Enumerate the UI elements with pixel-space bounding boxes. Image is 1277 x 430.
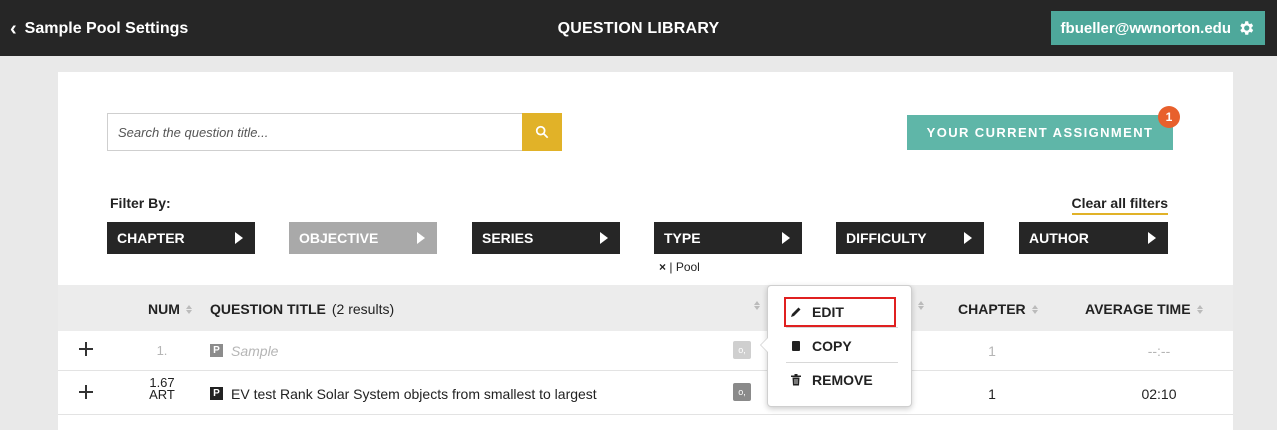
user-email: fbueller@wwnorton.edu [1060,19,1231,37]
remove-label: REMOVE [812,372,873,388]
filter-author[interactable]: AUTHOR [1019,222,1168,254]
triangle-right-icon [1148,232,1156,244]
results-count: (2 results) [331,301,395,317]
question-title[interactable]: Sample [231,343,278,359]
filter-difficulty-label: DIFFICULTY [846,230,927,246]
plus-icon[interactable] [78,341,94,357]
filter-author-label: AUTHOR [1029,230,1089,246]
column-header-title-label: QUESTION TITLE [210,301,326,317]
assignment-count-badge: 1 [1158,106,1180,128]
user-menu-button[interactable]: fbueller@wwnorton.edu [1050,11,1265,45]
active-filter-tag: × | Pool [659,260,700,274]
filter-series-label: SERIES [482,230,534,246]
triangle-right-icon [964,232,972,244]
copy-label: COPY [812,338,852,354]
question-number: 1. [156,343,168,358]
filter-tag-value: Pool [675,260,700,274]
filter-chapter-label: CHAPTER [117,230,185,246]
column-header-chapter-label: CHAPTER [958,301,1026,317]
search-box [107,113,525,151]
current-assignment-button[interactable]: YOUR CURRENT ASSIGNMENT [907,115,1173,150]
edit-label: EDIT [812,304,844,320]
sort-icon[interactable] [185,304,192,314]
question-average-time: --:-- [1147,343,1171,359]
filter-difficulty[interactable]: DIFFICULTY [836,222,984,254]
remove-menu-item[interactable]: REMOVE [786,367,894,393]
key-icon[interactable]: o, [733,341,751,359]
filter-objective: OBJECTIVE [289,222,437,254]
question-library-panel: YOUR CURRENT ASSIGNMENT 1 Filter By: Cle… [58,72,1233,430]
column-header-title-sort[interactable] [754,301,760,310]
key-icon[interactable]: o, [733,383,751,401]
remove-filter-icon[interactable]: × [659,260,666,274]
table-row: 1.67 ART P EV test Rank Solar System obj… [58,371,1233,415]
question-chapter: 1 [988,343,996,359]
filter-objective-label: OBJECTIVE [299,230,379,246]
filter-tag-separator: | [669,260,673,274]
table-header: NUM QUESTION TITLE (2 results) CHAPTER A… [58,285,1233,331]
gear-icon [1240,21,1254,35]
filter-type[interactable]: TYPE [654,222,802,254]
column-header-chapter[interactable]: CHAPTER [958,301,1038,317]
search-icon [535,125,549,139]
column-header-average-time-label: AVERAGE TIME [1085,301,1191,317]
copy-icon [792,341,800,351]
column-header-num[interactable]: NUM [148,301,192,317]
triangle-right-icon [600,232,608,244]
sort-icon[interactable] [918,301,924,310]
menu-divider [786,327,898,328]
filter-series[interactable]: SERIES [472,222,620,254]
plus-icon[interactable] [78,384,94,400]
triangle-right-icon [235,232,243,244]
column-header-num-label: NUM [148,301,180,317]
column-header-average-time[interactable]: AVERAGE TIME [1085,301,1203,317]
search-button[interactable] [522,113,562,151]
pool-type-icon: P [210,344,223,357]
copy-menu-item[interactable]: COPY [786,333,894,359]
search-input[interactable] [108,114,525,150]
sort-icon[interactable] [754,301,760,310]
triangle-right-icon [417,232,425,244]
question-number-sub: ART [149,387,175,402]
triangle-right-icon [782,232,790,244]
question-average-time: 02:10 [1141,386,1177,402]
table-row: 1. P Sample o, 1 --:-- [58,331,1233,371]
pool-type-icon: P [210,387,223,400]
clear-filters-link[interactable]: Clear all filters [1071,195,1168,215]
question-chapter: 1 [988,386,996,402]
menu-divider [786,362,898,363]
top-bar: ‹ Sample Pool Settings QUESTION LIBRARY … [0,0,1277,56]
trash-icon [791,374,801,386]
edit-menu-item[interactable]: EDIT [784,297,896,327]
sort-icon[interactable] [1031,304,1038,314]
question-title[interactable]: EV test Rank Solar System objects from s… [231,386,597,402]
column-header-title[interactable]: QUESTION TITLE (2 results) [210,301,394,317]
column-header-hidden-sort[interactable] [918,301,924,310]
sort-icon[interactable] [1196,304,1203,314]
question-number: 1.67 ART [142,376,182,402]
filter-type-label: TYPE [664,230,701,246]
question-action-menu: EDIT COPY REMOVE [760,285,912,407]
filter-chapter[interactable]: CHAPTER [107,222,255,254]
pencil-icon [791,307,801,317]
filter-label: Filter By: [110,195,171,211]
